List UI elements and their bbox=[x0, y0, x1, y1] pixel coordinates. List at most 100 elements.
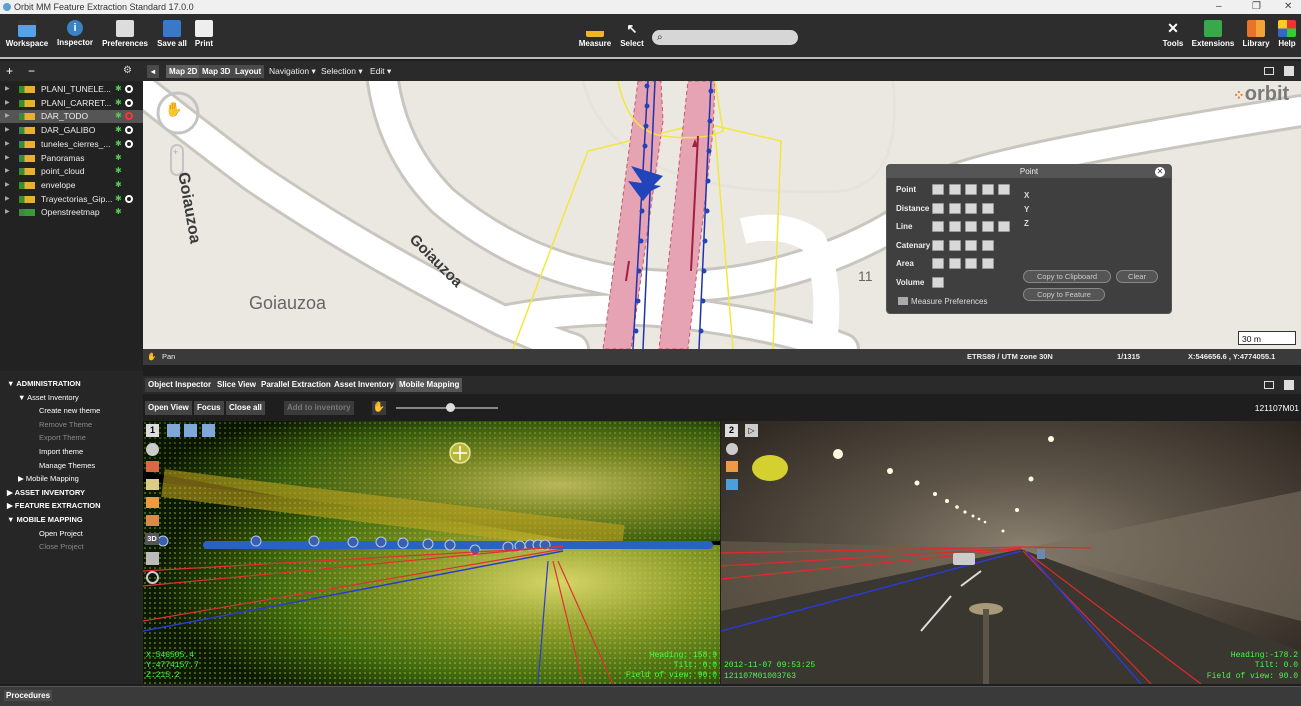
tab-mobile-mapping[interactable]: Mobile Mapping bbox=[396, 378, 463, 392]
open-view-button[interactable]: Open View bbox=[145, 401, 192, 415]
library-button[interactable]: Library bbox=[1240, 20, 1272, 48]
measure-tool-button[interactable] bbox=[948, 221, 961, 232]
tree-item[interactable]: Export Theme bbox=[39, 433, 86, 442]
visibility-toggle-icon[interactable] bbox=[125, 126, 133, 135]
target-icon[interactable] bbox=[726, 443, 738, 455]
layers-settings-gear-icon[interactable]: ⚙ bbox=[123, 65, 132, 76]
measure-preferences-link[interactable]: Measure Preferences bbox=[911, 297, 987, 306]
tree-toggle-icon[interactable]: ▼ bbox=[18, 393, 27, 402]
slider-handle[interactable] bbox=[446, 403, 456, 412]
layer-item[interactable]: ▶ point_cloud ✱ bbox=[0, 165, 143, 178]
visibility-toggle-icon[interactable] bbox=[125, 98, 133, 107]
tree-item[interactable]: ▶ ASSET INVENTORY bbox=[7, 488, 85, 497]
search-input[interactable]: ⌕ bbox=[652, 30, 798, 45]
measure-tool-button[interactable] bbox=[932, 258, 944, 269]
layer-item[interactable]: ▶ Panoramas ✱ bbox=[0, 152, 143, 165]
measure-tool-button[interactable] bbox=[965, 221, 977, 232]
playback-slider[interactable] bbox=[396, 403, 498, 412]
settings-circle-icon[interactable] bbox=[146, 571, 159, 584]
tree-toggle-icon[interactable]: ▶ bbox=[18, 474, 26, 483]
measure-tool-button[interactable] bbox=[981, 239, 994, 251]
point-cloud-view[interactable]: 1 3D X:546505.4 Y:4774157.7 Z:215.2 Head… bbox=[143, 421, 720, 684]
measure-tool-button[interactable] bbox=[932, 276, 944, 288]
layer-item[interactable]: ▶ DAR_TODO ✱ bbox=[0, 110, 143, 124]
measure-tool-button[interactable] bbox=[981, 202, 994, 214]
visibility-toggle-icon[interactable] bbox=[125, 112, 133, 121]
target-icon[interactable] bbox=[146, 443, 159, 456]
add-layer-button[interactable]: + bbox=[6, 64, 13, 78]
tab-map-2d[interactable]: Map 2D bbox=[166, 65, 201, 78]
expand-arrow-icon[interactable]: ▶ bbox=[5, 83, 10, 96]
focus-button[interactable]: Focus bbox=[194, 401, 224, 415]
close-all-button[interactable]: Close all bbox=[226, 401, 265, 415]
expand-arrow-icon[interactable]: ▶ bbox=[5, 138, 10, 151]
tab-layout[interactable]: Layout bbox=[232, 65, 265, 78]
measure-tool-button[interactable] bbox=[981, 258, 994, 269]
tree-item[interactable]: ▼ Asset Inventory bbox=[18, 393, 79, 402]
tree-toggle-icon[interactable]: ▶ bbox=[7, 488, 15, 497]
measure-tool-button[interactable] bbox=[965, 202, 977, 214]
measure-tool-button[interactable] bbox=[965, 258, 977, 269]
measure-tool-button[interactable] bbox=[932, 221, 944, 232]
tab-object-inspector[interactable]: Object Inspector bbox=[145, 378, 215, 392]
measure-tool-button[interactable] bbox=[948, 258, 961, 269]
measure-tool-button[interactable] bbox=[948, 184, 961, 195]
tree-item[interactable]: ▼ MOBILE MAPPING bbox=[7, 515, 83, 524]
measure-tool-button[interactable] bbox=[948, 202, 961, 214]
add-to-inventory-button[interactable]: Add to inventory bbox=[284, 401, 354, 415]
workspace-button[interactable]: Workspace bbox=[5, 20, 49, 48]
tree-item[interactable]: Create new theme bbox=[39, 406, 100, 415]
grid-toggle-icon[interactable] bbox=[146, 497, 159, 508]
image-toggle-icon[interactable] bbox=[726, 461, 738, 472]
selection-menu[interactable]: Selection ▾ bbox=[321, 65, 363, 78]
select-button[interactable]: ↖ Select bbox=[619, 20, 645, 48]
expand-arrow-icon[interactable]: ▶ bbox=[5, 110, 10, 123]
measure-button[interactable]: Measure bbox=[577, 20, 613, 48]
camera-view-icon[interactable] bbox=[167, 424, 180, 437]
tools-button[interactable]: ✕ Tools bbox=[1160, 20, 1186, 48]
edit-menu[interactable]: Edit ▾ bbox=[370, 65, 391, 78]
tab-parallel-extraction[interactable]: Parallel Extraction bbox=[258, 378, 334, 392]
tree-toggle-icon[interactable]: ▼ bbox=[7, 379, 16, 388]
tree-item[interactable]: Remove Theme bbox=[39, 420, 92, 429]
layer-style-icon[interactable]: ✱ bbox=[115, 208, 123, 216]
copy-to-clipboard-button[interactable]: Copy to Clipboard bbox=[1023, 270, 1111, 283]
clear-button[interactable]: Clear bbox=[1116, 270, 1158, 283]
minimize-button[interactable]: ‒ bbox=[1216, 0, 1222, 14]
zoom-in-icon[interactable]: + bbox=[173, 147, 178, 157]
layer-style-icon[interactable]: ✱ bbox=[115, 112, 123, 120]
maximize-bottom-icon[interactable] bbox=[1284, 380, 1294, 390]
layer-toggle-icon[interactable] bbox=[146, 461, 159, 472]
measure-tool-button[interactable] bbox=[932, 239, 944, 251]
tree-item[interactable]: Open Project bbox=[39, 529, 83, 538]
tree-item[interactable]: Close Project bbox=[39, 542, 84, 551]
panorama-photo-view[interactable]: 2 ▷ 2012-11-07 09:53:25 121107M01003763 … bbox=[721, 421, 1301, 684]
display-toggle-icon[interactable] bbox=[726, 479, 738, 490]
tree-item[interactable]: Manage Themes bbox=[39, 461, 95, 470]
expand-arrow-icon[interactable]: ▶ bbox=[5, 206, 10, 219]
rotate-view-icon[interactable] bbox=[184, 424, 197, 437]
layer-item[interactable]: ▶ PLANI_TUNELE... ✱ bbox=[0, 83, 143, 96]
collapse-panel-icon[interactable]: ◂ bbox=[147, 65, 159, 78]
tree-item[interactable]: ▶ FEATURE EXTRACTION bbox=[7, 501, 101, 510]
layer-item[interactable]: ▶ Trayectorias_Gip... ✱ bbox=[0, 193, 143, 206]
expand-arrow-icon[interactable]: ▶ bbox=[5, 193, 10, 206]
layer-item[interactable]: ▶ PLANI_CARRET... ✱ bbox=[0, 97, 143, 110]
expand-arrow-icon[interactable]: ▶ bbox=[5, 165, 10, 178]
measure-tool-button[interactable] bbox=[932, 184, 944, 195]
preferences-button[interactable]: Preferences bbox=[100, 20, 150, 48]
layer-item[interactable]: ▶ tuneles_cierres_... ✱ bbox=[0, 138, 143, 151]
measure-tool-button[interactable] bbox=[998, 221, 1010, 232]
hand-tool-icon[interactable]: ✋ bbox=[372, 401, 386, 415]
play-icon[interactable]: ▷ bbox=[745, 424, 758, 437]
scale-status[interactable]: 1/1315 bbox=[1117, 349, 1140, 365]
layer-style-icon[interactable]: ✱ bbox=[115, 85, 123, 93]
layer-style-icon[interactable]: ✱ bbox=[115, 153, 123, 162]
expand-arrow-icon[interactable]: ▶ bbox=[5, 179, 10, 192]
copy-to-feature-button[interactable]: Copy to Feature bbox=[1023, 288, 1105, 301]
crs-status[interactable]: ETRS89 / UTM zone 30N bbox=[967, 349, 1053, 365]
layer-style-icon[interactable]: ✱ bbox=[115, 167, 123, 175]
restore-bottom-icon[interactable] bbox=[1264, 381, 1274, 389]
maximize-view-icon[interactable] bbox=[1284, 66, 1294, 76]
layer-item[interactable]: ▶ envelope ✱ bbox=[0, 179, 143, 192]
